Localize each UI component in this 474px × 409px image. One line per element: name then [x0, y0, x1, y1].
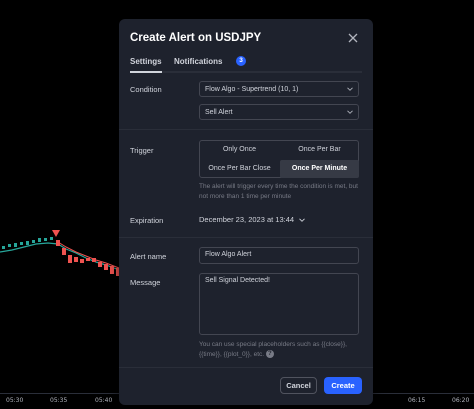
section-divider	[119, 129, 373, 130]
dialog-tabs: Settings Notifications 3	[130, 56, 362, 71]
tab-divider	[130, 71, 362, 73]
close-button[interactable]	[346, 31, 360, 45]
trigger-help-text: The alert will trigger every time the co…	[199, 183, 358, 200]
cancel-button[interactable]: Cancel	[280, 377, 317, 394]
create-alert-dialog: Create Alert on USDJPY Settings Notifica…	[119, 19, 373, 405]
message-label: Message	[130, 278, 161, 287]
tab-notifications[interactable]: Notifications	[174, 57, 222, 66]
create-button[interactable]: Create	[324, 377, 362, 394]
chevron-down-icon	[299, 218, 305, 222]
trigger-once-per-bar-close[interactable]: Once Per Bar Close	[200, 160, 279, 178]
time-tick: 06:20	[452, 397, 470, 404]
trigger-once-per-minute[interactable]: Once Per Minute	[280, 160, 359, 178]
time-tick: 06:15	[408, 397, 426, 404]
trigger-options: Only Once Once Per Bar Once Per Bar Clos…	[199, 140, 359, 178]
supertrend-line-red	[57, 241, 120, 269]
bear-candles	[56, 240, 119, 276]
dialog-title: Create Alert on USDJPY	[130, 32, 262, 44]
footer-divider	[119, 367, 373, 368]
section-divider	[119, 237, 373, 238]
expiration-picker[interactable]: December 23, 2023 at 13:44	[199, 215, 305, 224]
sell-signal-icon	[52, 230, 60, 237]
trigger-once-per-bar[interactable]: Once Per Bar	[280, 141, 359, 159]
chevron-down-icon	[347, 87, 353, 91]
question-icon[interactable]: ?	[265, 350, 274, 359]
condition-indicator-select[interactable]: Flow Algo - Supertrend (10, 1)	[199, 81, 359, 97]
condition-indicator-value: Flow Algo - Supertrend (10, 1)	[205, 86, 299, 93]
time-tick: 05:35	[50, 397, 68, 404]
trigger-only-once[interactable]: Only Once	[200, 141, 279, 159]
time-tick: 05:30	[6, 397, 24, 404]
notifications-count-badge: 3	[236, 56, 246, 66]
expiration-value: December 23, 2023 at 13:44	[199, 215, 295, 224]
expiration-label: Expiration	[130, 216, 164, 225]
message-textarea[interactable]: Sell Signal Detected!	[199, 273, 359, 335]
chevron-down-icon	[347, 110, 353, 114]
alert-name-label: Alert name	[130, 252, 167, 261]
trigger-label: Trigger	[130, 146, 154, 155]
active-tab-indicator	[130, 71, 162, 73]
message-help-text: You can use special placeholders such as…	[199, 340, 359, 360]
close-icon	[348, 33, 358, 43]
time-tick: 05:40	[95, 397, 113, 404]
tab-settings[interactable]: Settings	[130, 57, 162, 66]
alert-name-input[interactable]: Flow Algo Alert	[199, 247, 359, 264]
condition-alert-select[interactable]: Sell Alert	[199, 104, 359, 120]
condition-alert-value: Sell Alert	[205, 109, 233, 116]
condition-label: Condition	[130, 85, 162, 94]
